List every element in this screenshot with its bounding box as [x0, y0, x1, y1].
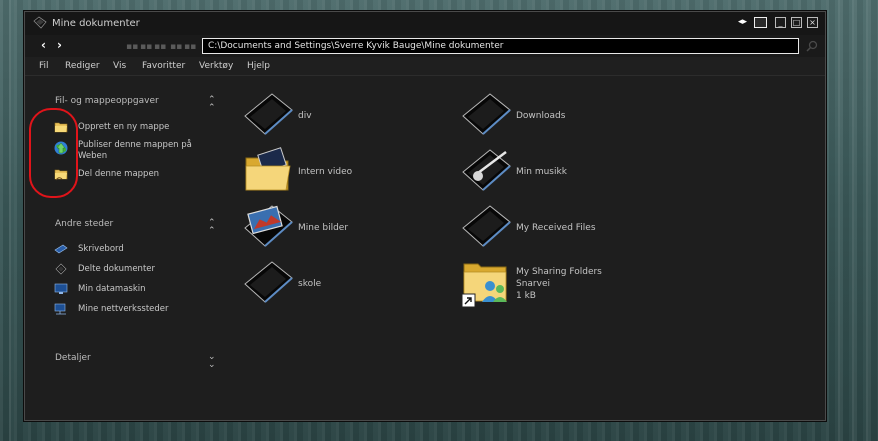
- tasks-panel-title[interactable]: Fil- og mappeoppgaver: [55, 96, 159, 106]
- desktop-icon: [54, 244, 68, 254]
- file-name: Downloads: [516, 111, 566, 121]
- file-item-mine-bilder[interactable]: Mine bilder: [242, 202, 422, 250]
- dark-folder-icon: [462, 205, 511, 247]
- video-folder-icon: [245, 147, 291, 191]
- menu-rediger[interactable]: Rediger: [65, 61, 100, 71]
- dark-folder-icon: [244, 261, 293, 303]
- new-folder-icon: [54, 122, 68, 133]
- task-new-folder[interactable]: Opprett en ny mappe: [78, 122, 169, 133]
- views-icon[interactable]: ▪▪: [170, 43, 182, 52]
- menu-verktoy[interactable]: Verktøy: [199, 61, 233, 71]
- file-name: Intern video: [298, 167, 353, 177]
- dark-folder-icon: [244, 93, 293, 135]
- place-my-computer[interactable]: Min datamaskin: [78, 284, 146, 295]
- file-name: Min musikk: [516, 167, 567, 177]
- file-name: skole: [298, 279, 322, 289]
- places-panel-title[interactable]: Andre steder: [55, 219, 113, 229]
- file-name: div: [298, 111, 312, 121]
- file-item-div[interactable]: div: [242, 90, 422, 138]
- place-network-places[interactable]: Mine nettverkssteder: [78, 304, 169, 315]
- file-item-min-musikk[interactable]: Min musikk: [460, 146, 640, 194]
- file-size: 1 kB: [516, 291, 536, 301]
- arrows-icon[interactable]: ◂▸: [738, 17, 747, 28]
- up-folder-icon[interactable]: ▪▪: [126, 43, 138, 52]
- file-name: My Sharing Folders: [516, 267, 602, 277]
- pictures-folder-icon: [244, 205, 293, 247]
- sharing-shortcut-icon: [461, 263, 507, 308]
- minimize-button[interactable]: _: [775, 17, 786, 28]
- file-item-intern-video[interactable]: Intern video: [242, 146, 422, 194]
- menu-bar: Fil Rediger Vis Favoritter Verktøy Hjelp: [25, 57, 825, 76]
- task-publish-web[interactable]: Publiser denne mappen på Weben: [78, 140, 198, 162]
- file-name: My Received Files: [516, 223, 596, 233]
- network-places-icon: [54, 303, 66, 315]
- maximize-button[interactable]: □: [791, 17, 802, 28]
- toolbar: ‹ › ▪▪ ▪▪ ▪▪ ▪▪ ▪▪ C:\Documents and Sett…: [25, 35, 825, 57]
- address-text[interactable]: C:\Documents and Settings\Sverre Kyvik B…: [208, 41, 503, 51]
- expand-details-icon[interactable]: ⌄ ⌄: [208, 353, 216, 370]
- menu-fil[interactable]: Fil: [39, 61, 49, 71]
- dark-folder-icon: [462, 93, 511, 135]
- menu-vis[interactable]: Vis: [113, 61, 126, 71]
- history-icon[interactable]: ▪▪: [184, 43, 196, 52]
- place-desktop[interactable]: Skrivebord: [78, 244, 124, 255]
- file-item-skole[interactable]: skole: [242, 258, 422, 306]
- collapse-tasks-icon[interactable]: ⌃ ⌃: [208, 96, 216, 113]
- collapse-places-icon[interactable]: ⌃ ⌃: [208, 219, 216, 236]
- window-title: Mine dokumenter: [52, 18, 140, 29]
- task-share-folder[interactable]: Del denne mappen: [78, 169, 159, 180]
- file-type: Snarvei: [516, 279, 550, 289]
- music-folder-icon: [462, 149, 511, 191]
- go-search-icon[interactable]: [805, 39, 819, 53]
- file-name: Mine bilder: [298, 223, 349, 233]
- share-folder-icon: [54, 169, 68, 181]
- details-panel-title[interactable]: Detaljer: [55, 353, 91, 363]
- flag-icon[interactable]: [754, 17, 767, 28]
- file-item-downloads[interactable]: Downloads: [460, 90, 640, 138]
- shared-documents-icon: [55, 263, 67, 275]
- back-button[interactable]: ‹: [41, 39, 46, 51]
- close-button[interactable]: ×: [807, 17, 818, 28]
- search-icon[interactable]: ▪▪: [140, 43, 152, 52]
- folder-icon: [33, 16, 47, 29]
- my-computer-icon: [54, 283, 68, 294]
- menu-hjelp[interactable]: Hjelp: [247, 61, 270, 71]
- place-shared-documents[interactable]: Delte dokumenter: [78, 264, 155, 275]
- file-item-my-sharing-folders[interactable]: My Sharing Folders Snarvei 1 kB: [460, 258, 640, 310]
- menu-favoritter[interactable]: Favoritter: [142, 61, 185, 71]
- explorer-window: Mine dokumenter ◂▸ _ □ × ‹ › ▪▪ ▪▪ ▪▪ ▪▪…: [24, 11, 826, 421]
- address-bar[interactable]: C:\Documents and Settings\Sverre Kyvik B…: [202, 38, 799, 54]
- publish-web-icon: [54, 141, 68, 155]
- forward-button[interactable]: ›: [57, 39, 62, 51]
- file-item-my-received-files[interactable]: My Received Files: [460, 202, 640, 250]
- title-bar[interactable]: Mine dokumenter ◂▸ _ □ ×: [25, 12, 825, 35]
- folders-icon[interactable]: ▪▪: [154, 43, 166, 52]
- content-area: Fil- og mappeoppgaver ⌃ ⌃ Opprett en ny m…: [25, 76, 825, 420]
